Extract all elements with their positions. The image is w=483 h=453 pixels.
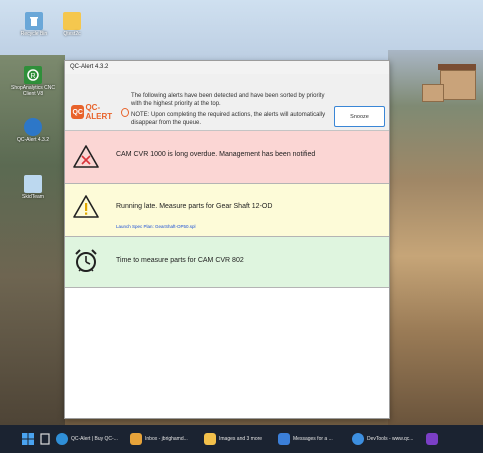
taskbar-file-explorer[interactable]: Images and 3 more xyxy=(204,428,272,450)
intro-text: The following alerts have been detected … xyxy=(131,93,331,131)
taskbar-label: Inbox - jbrighamd... xyxy=(145,436,188,442)
qc-alert-app-icon xyxy=(24,118,42,136)
intro-line-1: The following alerts have been detected … xyxy=(131,93,325,107)
desktop-wallpaper-left xyxy=(0,55,65,425)
recycle-bin-icon xyxy=(25,12,43,30)
messages-icon xyxy=(278,433,290,445)
building xyxy=(422,84,444,102)
taskbar-label: Images and 3 more xyxy=(219,436,263,442)
desktop-icon-label: Qtest2c xyxy=(63,31,81,37)
windows-start-icon xyxy=(22,433,34,445)
taskbar-onenote[interactable] xyxy=(426,428,441,450)
taskbar-label: Messages for a ... xyxy=(293,436,333,442)
analytics-app-icon: R xyxy=(24,66,42,84)
chrome-devtools-icon xyxy=(352,433,364,445)
taskbar: QC-Alert | Buy QC-... Inbox - jbrighamd.… xyxy=(0,425,483,453)
svg-text:R: R xyxy=(31,73,36,80)
alert-row-overdue[interactable]: CAM CVR 1000 is long overdue. Management… xyxy=(65,131,389,184)
window-title: QC-Alert 4.3.2 xyxy=(65,61,389,74)
logo-text: QC-ALERT xyxy=(85,103,113,121)
snooze-button[interactable]: Snooze xyxy=(334,106,385,127)
taskbar-messages[interactable]: Messages for a ... xyxy=(278,428,346,450)
start-button[interactable] xyxy=(22,428,34,450)
warning-error-icon xyxy=(73,145,99,168)
desktop-icon-skidteam[interactable]: SkidTeam xyxy=(7,175,59,200)
outlook-icon xyxy=(130,433,142,445)
task-view-button[interactable] xyxy=(40,428,50,450)
onenote-icon xyxy=(426,433,438,445)
alarm-clock-icon xyxy=(75,249,97,272)
alert-header: QC QC-ALERT The following alerts have be… xyxy=(65,74,389,131)
desktop-wallpaper-right xyxy=(388,50,483,425)
desktop-icon-folder[interactable]: Qtest2c xyxy=(47,12,97,37)
clock-icon xyxy=(121,107,129,117)
desktop-icon-label: QC-Alert 4.3.2 xyxy=(17,137,49,143)
qc-badge-icon: QC xyxy=(71,105,85,119)
qc-alert-logo: QC QC-ALERT xyxy=(71,103,129,121)
taskbar-label: DevTools - www.qc... xyxy=(367,436,414,442)
desktop-icon-label: ShopAnalytics CNC Client V8 xyxy=(11,85,55,97)
building xyxy=(440,70,476,100)
edge-browser-icon xyxy=(56,433,68,445)
desktop-icon-analytics[interactable]: R ShopAnalytics CNC Client V8 xyxy=(7,66,59,97)
skidteam-app-icon xyxy=(24,175,42,193)
alert-message: Running late. Measure parts for Gear Sha… xyxy=(116,203,273,210)
intro-line-2: NOTE: Upon completing the required actio… xyxy=(131,112,326,126)
alert-row-measure[interactable]: Time to measure parts for CAM CVR 802 xyxy=(65,237,389,288)
alert-message: Time to measure parts for CAM CVR 802 xyxy=(116,257,244,264)
launch-spec-plan-link[interactable]: Launch Spec Plan: GearShaft-OP50.spl xyxy=(116,224,196,229)
desktop-icon-qc-alert[interactable]: QC-Alert 4.3.2 xyxy=(7,118,59,143)
file-explorer-icon xyxy=(204,433,216,445)
folder-icon xyxy=(63,12,81,30)
qc-alert-window: QC-Alert 4.3.2 QC QC-ALERT The following… xyxy=(64,60,390,419)
warning-icon xyxy=(73,195,99,218)
alert-message: CAM CVR 1000 is long overdue. Management… xyxy=(116,151,316,158)
task-view-icon xyxy=(40,433,50,445)
alert-row-late[interactable]: Running late. Measure parts for Gear Sha… xyxy=(65,184,389,237)
desktop-icon-label: SkidTeam xyxy=(22,194,44,200)
taskbar-outlook[interactable]: Inbox - jbrighamd... xyxy=(130,428,198,450)
taskbar-edge[interactable]: QC-Alert | Buy QC-... xyxy=(56,428,124,450)
taskbar-devtools[interactable]: DevTools - www.qc... xyxy=(352,428,420,450)
taskbar-label: QC-Alert | Buy QC-... xyxy=(71,436,118,442)
